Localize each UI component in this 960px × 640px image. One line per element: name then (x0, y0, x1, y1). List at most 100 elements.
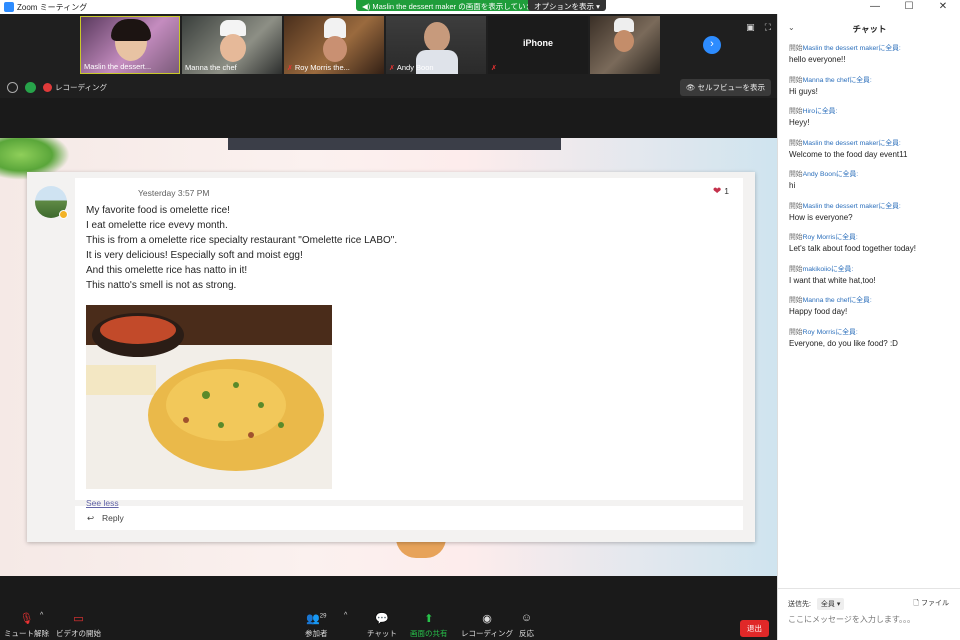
post-body: Yesterday 3:57 PM ❤ 1 My favorite food is… (75, 178, 743, 500)
view-options-button[interactable]: オプションを表示 ▾ (528, 0, 606, 11)
chat-message-input[interactable] (788, 615, 953, 624)
layout-toggle-icon[interactable]: ▣ (746, 22, 755, 33)
chat-message: 開始Andy Boonに全員: hi (789, 168, 954, 200)
muted-mic-icon: ✗ (287, 65, 293, 72)
chat-message-text: hi (789, 181, 796, 190)
video-tile[interactable]: ✗ Roy Morris the... (284, 16, 384, 74)
share-screen-button[interactable]: ⬆ 画面の共有 (410, 612, 448, 639)
maximize-button[interactable]: ☐ (892, 0, 926, 14)
post-line: And this omelette rice has natto in it! (86, 265, 248, 276)
chat-sender[interactable]: Manna the chef (803, 297, 850, 304)
meeting-status-row: レコーディング 👁 セルフビューを表示 (0, 76, 777, 98)
presence-dot (59, 210, 68, 219)
video-tile[interactable]: Maslin the dessert... (80, 16, 180, 74)
participants-icon: 👥29 (306, 613, 327, 625)
chat-sender[interactable]: Maslin the dessert maker (803, 45, 879, 52)
chat-composer: 送信先: 全員 ▾ 🗋 ファイル (778, 588, 960, 640)
send-to-select[interactable]: 全員 ▾ (816, 598, 845, 610)
see-less-link[interactable]: See less (86, 498, 119, 508)
participant-name: Manna the chef (185, 63, 237, 72)
recording-label: レコーディング (55, 82, 107, 92)
participants-button[interactable]: 👥29 参加者 (305, 612, 328, 639)
participant-name: ✗ Roy Morris the... (287, 63, 350, 72)
chat-message-meta: 開始Maslin the dessert makerに全員: (789, 139, 901, 147)
participant-face (424, 22, 450, 52)
chat-message: 開始Roy Morrisに全員: Everyone, do you like f… (789, 326, 954, 358)
share-banner: ◀) Maslin the dessert maker の画面を表示しています (356, 0, 547, 11)
record-icon: ◉ (482, 613, 492, 625)
app-title: Zoom ミーティング (0, 2, 87, 13)
omelette-rice-photo[interactable] (86, 305, 332, 489)
reaction-count: 1 (724, 186, 729, 196)
file-label: ファイル (921, 600, 949, 607)
participants-count: 29 (319, 613, 327, 620)
chat-message-meta: 開始Maslin the dessert makerに全員: (789, 202, 901, 210)
share-banner-icon: ◀) (362, 2, 371, 11)
chat-message-text: Happy food day! (789, 307, 848, 316)
chat-message-text: Let's talk about food together today! (789, 244, 916, 253)
video-tile[interactable]: Manna the chef (182, 16, 282, 74)
chat-sender[interactable]: Hiro (803, 108, 815, 115)
security-shield-icon[interactable] (25, 81, 36, 93)
record-button[interactable]: ◉ レコーディング (461, 612, 513, 639)
post-line: I eat omelette rice evevy month. (86, 220, 228, 231)
audio-options-button[interactable]: ^ (40, 612, 43, 619)
chat-sender[interactable]: makikoiio (803, 266, 831, 273)
video-tile[interactable] (590, 16, 660, 74)
participant-face (323, 36, 347, 62)
chat-message-text: I want that white hat,too! (789, 275, 876, 285)
chat-message-meta: 開始Manna the chefに全員: (789, 297, 872, 304)
reaction[interactable]: ❤ 1 (713, 186, 729, 197)
avatar (35, 186, 68, 219)
chat-button[interactable]: 💬 チャット (367, 612, 397, 639)
info-icon[interactable] (7, 81, 18, 93)
chat-message: 開始Roy Morrisに全員: Let's talk about food t… (789, 231, 954, 263)
chat-header: ⌄ チャット (778, 14, 960, 40)
reaction-icon: ☺ (520, 612, 533, 624)
post-timestamp: Yesterday 3:57 PM (138, 188, 210, 198)
chat-sender[interactable]: Roy Morris (803, 234, 836, 241)
self-view-button[interactable]: 👁 セルフビューを表示 (679, 79, 771, 96)
video-off-icon: ▭ (73, 613, 84, 625)
video-tile[interactable]: ✗ Andy Boon (386, 16, 486, 74)
participants-options-button[interactable]: ^ (344, 612, 347, 619)
minimize-button[interactable]: — (858, 0, 892, 14)
heart-icon: ❤ (712, 186, 722, 197)
chevron-up-icon: ^ (344, 612, 348, 619)
participant-tiles: Maslin the dessert... Manna the chef ✗ Ro… (80, 16, 660, 74)
muted-mic-icon: ✗ (491, 65, 497, 72)
participant-name: ✗ (491, 63, 499, 72)
fullscreen-icon[interactable]: ⛶ (765, 22, 771, 33)
chat-sender[interactable]: Maslin the dessert maker (803, 203, 879, 210)
close-button[interactable]: ✕ (926, 0, 960, 14)
chat-panel: ⌄ チャット 開始Maslin the dessert makerに全員: he… (777, 14, 960, 640)
chat-sender[interactable]: Maslin the dessert maker (803, 140, 879, 147)
participant-face (220, 34, 246, 62)
share-letterbox (0, 98, 777, 138)
chat-message-meta: 開始Hiroに全員: (789, 108, 838, 115)
chat-title: チャット (852, 24, 887, 34)
chat-sender[interactable]: Andy Boon (803, 171, 836, 178)
post-card: Yesterday 3:57 PM ❤ 1 My favorite food is… (27, 172, 755, 542)
chat-sender[interactable]: Roy Morris (803, 329, 836, 336)
video-tile[interactable]: iPhone ✗ (488, 16, 588, 74)
next-page-button[interactable]: › (703, 36, 721, 54)
self-view-label: セルフビューを表示 (697, 83, 766, 92)
zoom-logo-icon (4, 2, 14, 12)
file-button[interactable]: 🗋 ファイル (913, 598, 949, 610)
unmute-label: ミュート解除 (4, 629, 49, 638)
shared-window-topbar (228, 138, 561, 150)
reactions-button[interactable]: ☺ 反応 (519, 612, 534, 639)
omelette-rice-illustration (86, 305, 332, 489)
participant-name: Maslin the dessert... (84, 62, 152, 71)
chat-message-meta: 開始Roy Morrisに全員: (789, 234, 858, 241)
reply-row[interactable]: ↩ Reply (75, 506, 743, 530)
record-label: レコーディング (461, 629, 513, 638)
chat-sender[interactable]: Manna the chef (803, 77, 850, 84)
start-video-button[interactable]: ▭ ビデオの開始 (56, 612, 101, 639)
chat-message-meta: 開始Andy Boonに全員: (789, 171, 859, 178)
leave-button[interactable]: 退出 (740, 620, 769, 637)
file-icon: 🗋 (913, 600, 920, 607)
chef-hat (324, 18, 346, 38)
chat-message-text: Welcome to the food day event11 (789, 149, 908, 159)
